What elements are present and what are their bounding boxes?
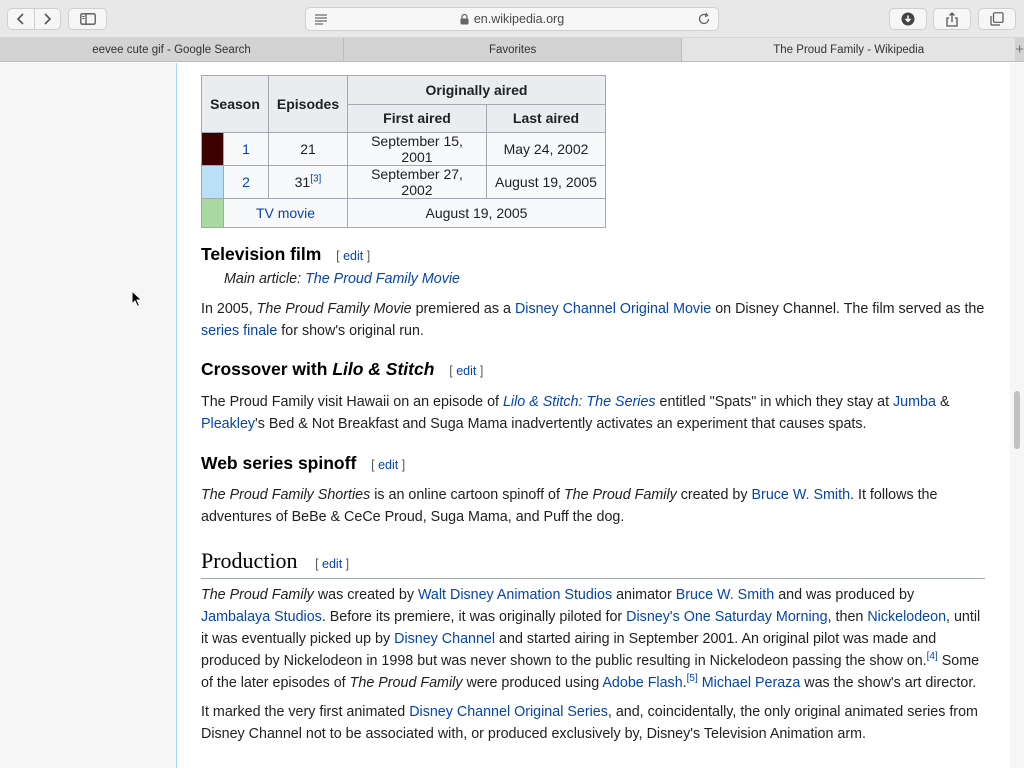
season-color-swatch [201, 132, 224, 166]
downloads-button[interactable] [889, 8, 927, 30]
episode-count: 21 [268, 132, 348, 166]
download-icon [901, 12, 915, 26]
chevron-right-icon [44, 13, 52, 25]
tv-movie-date: August 19, 2005 [347, 198, 606, 228]
table-row: 1 21 September 15, 2001 May 24, 2002 [201, 132, 606, 166]
tab-label: The Proud Family - Wikipedia [773, 43, 925, 56]
first-aired-date: September 15, 2001 [347, 132, 487, 166]
tab-overview-button[interactable] [978, 8, 1016, 30]
link[interactable]: Pleakley [201, 416, 255, 432]
sidebar-toggle-button[interactable] [68, 8, 107, 30]
link[interactable]: Jumba [893, 394, 936, 410]
browser-toolbar: en.wikipedia.org [0, 0, 1024, 38]
back-button[interactable] [8, 9, 34, 29]
season-header: Season [201, 75, 269, 133]
episodes-table: Season Episodes Originally aired First a… [201, 75, 606, 228]
page-viewport: Season Episodes Originally aired First a… [0, 63, 1024, 768]
table-row: TV movie August 19, 2005 [201, 198, 606, 228]
edit-section-link[interactable]: [ edit ] [315, 557, 349, 571]
tv-movie-link[interactable]: TV movie [223, 198, 348, 228]
new-tab-button[interactable]: + [1015, 38, 1024, 61]
hatnote: Main article: The Proud Family Movie [224, 271, 460, 287]
lock-icon [460, 13, 469, 24]
reference-link[interactable]: [4] [927, 651, 938, 662]
last-aired-header: Last aired [486, 103, 606, 133]
link[interactable]: Disney's One Saturday Morning [626, 609, 827, 625]
reference-link[interactable]: [3] [310, 173, 321, 184]
chevron-left-icon [16, 13, 24, 25]
link[interactable]: Adobe Flash [602, 675, 682, 691]
tab-google-search[interactable]: eevee cute gif - Google Search [0, 38, 345, 61]
link[interactable]: Disney Channel Original Movie [515, 301, 711, 317]
table-row: 2 31[3] September 27, 2002 August 19, 20… [201, 165, 606, 199]
season-link[interactable]: 1 [223, 132, 269, 166]
paragraph-production-2: It marked the very first animated Disney… [201, 704, 978, 742]
season-color-swatch [201, 198, 224, 228]
section-heading-web-series: Web series spinoff [ edit ] [201, 453, 406, 473]
reference-link[interactable]: [5] [687, 673, 698, 684]
last-aired-date: August 19, 2005 [486, 165, 606, 199]
edit-section-link[interactable]: [ edit ] [371, 458, 405, 472]
link[interactable]: Nickelodeon [867, 609, 946, 625]
link[interactable]: Walt Disney Animation Studios [418, 587, 612, 603]
section-heading-production: Production [ edit ] [201, 548, 985, 579]
first-aired-date: September 27, 2002 [347, 165, 487, 199]
tab-bar: eevee cute gif - Google Search Favorites… [0, 38, 1024, 62]
originally-aired-header: Originally aired [347, 75, 606, 105]
article-content: Season Episodes Originally aired First a… [176, 63, 1010, 768]
tab-label: eevee cute gif - Google Search [92, 43, 251, 56]
paragraph-tv-film: In 2005, The Proud Family Movie premiere… [201, 301, 985, 339]
share-icon [946, 11, 958, 27]
section-heading-television-film: Television film [ edit ] [201, 244, 371, 264]
share-button[interactable] [933, 8, 971, 30]
tabs-icon [990, 12, 1004, 26]
link[interactable]: Michael Peraza [702, 675, 801, 691]
reader-view-icon[interactable] [314, 13, 328, 25]
main-article-link[interactable]: The Proud Family Movie [305, 271, 460, 287]
sidebar-icon [79, 13, 96, 25]
link[interactable]: Disney Channel [394, 631, 495, 647]
link[interactable]: Lilo & Stitch: The Series [503, 394, 656, 410]
link[interactable]: Bruce W. Smith [676, 587, 775, 603]
page-scrollbar[interactable] [1010, 63, 1024, 768]
tab-wikipedia[interactable]: The Proud Family - Wikipedia [682, 38, 1016, 61]
url-text: en.wikipedia.org [473, 12, 565, 26]
reload-icon[interactable] [697, 12, 711, 26]
link[interactable]: series finale [201, 323, 277, 339]
scrollbar-thumb[interactable] [1014, 391, 1020, 449]
tab-favorites[interactable]: Favorites [344, 38, 683, 61]
season-link[interactable]: 2 [223, 165, 269, 199]
season-color-swatch [201, 165, 224, 199]
plus-icon: + [1015, 41, 1024, 58]
first-aired-header: First aired [347, 103, 487, 133]
last-aired-date: May 24, 2002 [486, 132, 606, 166]
edit-section-link[interactable]: [ edit ] [449, 364, 483, 378]
forward-button[interactable] [33, 9, 61, 29]
link[interactable]: Jambalaya Studios [201, 609, 322, 625]
episode-count: 31[3] [268, 165, 348, 199]
paragraph-production-1: The Proud Family was created by Walt Dis… [201, 587, 981, 691]
address-bar[interactable]: en.wikipedia.org [305, 7, 719, 31]
link[interactable]: Bruce W. Smith [752, 487, 851, 503]
navigation-buttons [7, 8, 61, 30]
paragraph-crossover: The Proud Family visit Hawaii on an epis… [201, 394, 950, 432]
mouse-cursor-icon [131, 290, 143, 308]
section-heading-crossover: Crossover with Lilo & Stitch [ edit ] [201, 359, 484, 379]
link[interactable]: Disney Channel Original Series [409, 704, 608, 720]
tab-label: Favorites [488, 43, 537, 56]
paragraph-web-series: The Proud Family Shorties is an online c… [201, 487, 938, 525]
edit-section-link[interactable]: [ edit ] [336, 249, 370, 263]
episodes-header: Episodes [268, 75, 348, 133]
